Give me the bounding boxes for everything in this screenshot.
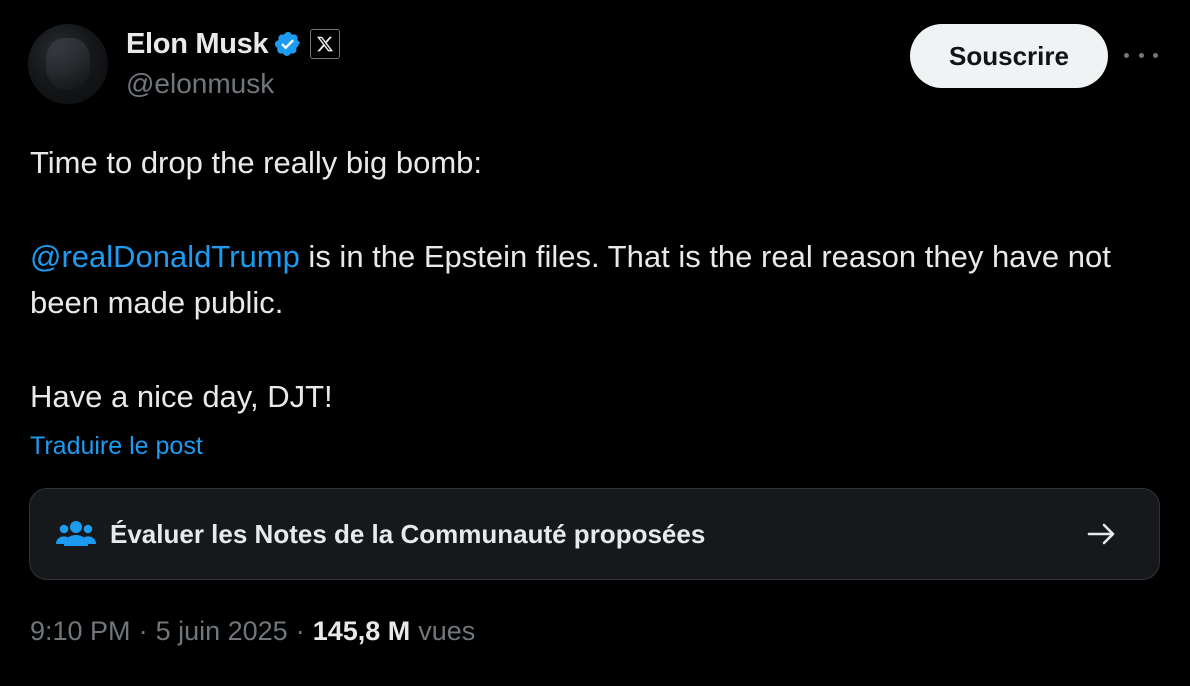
more-options-icon[interactable] <box>1124 44 1158 66</box>
people-group-icon <box>56 517 96 551</box>
separator: · <box>295 616 305 646</box>
community-notes-label: Évaluer les Notes de la Communauté propo… <box>110 518 706 549</box>
x-logo-icon[interactable] <box>310 29 341 59</box>
tweet-container: Elon Musk @elonmusk Souscrire Time to dr… <box>0 0 1190 686</box>
author-handle[interactable]: @elonmusk <box>126 68 274 100</box>
tweet-line-2: @realDonaldTrump is in the Epstein files… <box>30 234 1150 326</box>
tweet-line-1: Time to drop the really big bomb: <box>30 145 483 180</box>
verified-badge-icon <box>274 30 302 58</box>
author-name-row: Elon Musk <box>126 26 341 62</box>
translate-post-link[interactable]: Traduire le post <box>30 432 203 461</box>
subscribe-button[interactable]: Souscrire <box>910 24 1108 88</box>
avatar[interactable] <box>28 24 108 104</box>
tweet-meta: 9:10 PM · 5 juin 2025 · 145,8 M vues <box>30 616 475 647</box>
separator: · <box>138 616 148 646</box>
post-date[interactable]: 5 juin 2025 <box>156 616 288 647</box>
views-label: vues <box>418 616 476 646</box>
author-display-name[interactable]: Elon Musk <box>126 28 269 61</box>
tweet-text: Time to drop the really big bomb: @realD… <box>30 140 1150 420</box>
tweet-line-3: Have a nice day, DJT! <box>30 379 333 414</box>
arrow-right-icon <box>1085 517 1119 551</box>
post-time[interactable]: 9:10 PM <box>30 616 131 647</box>
community-notes-button[interactable]: Évaluer les Notes de la Communauté propo… <box>29 488 1160 580</box>
views-count: 145,8 M <box>312 616 411 646</box>
mention-link[interactable]: @realDonaldTrump <box>30 239 300 274</box>
